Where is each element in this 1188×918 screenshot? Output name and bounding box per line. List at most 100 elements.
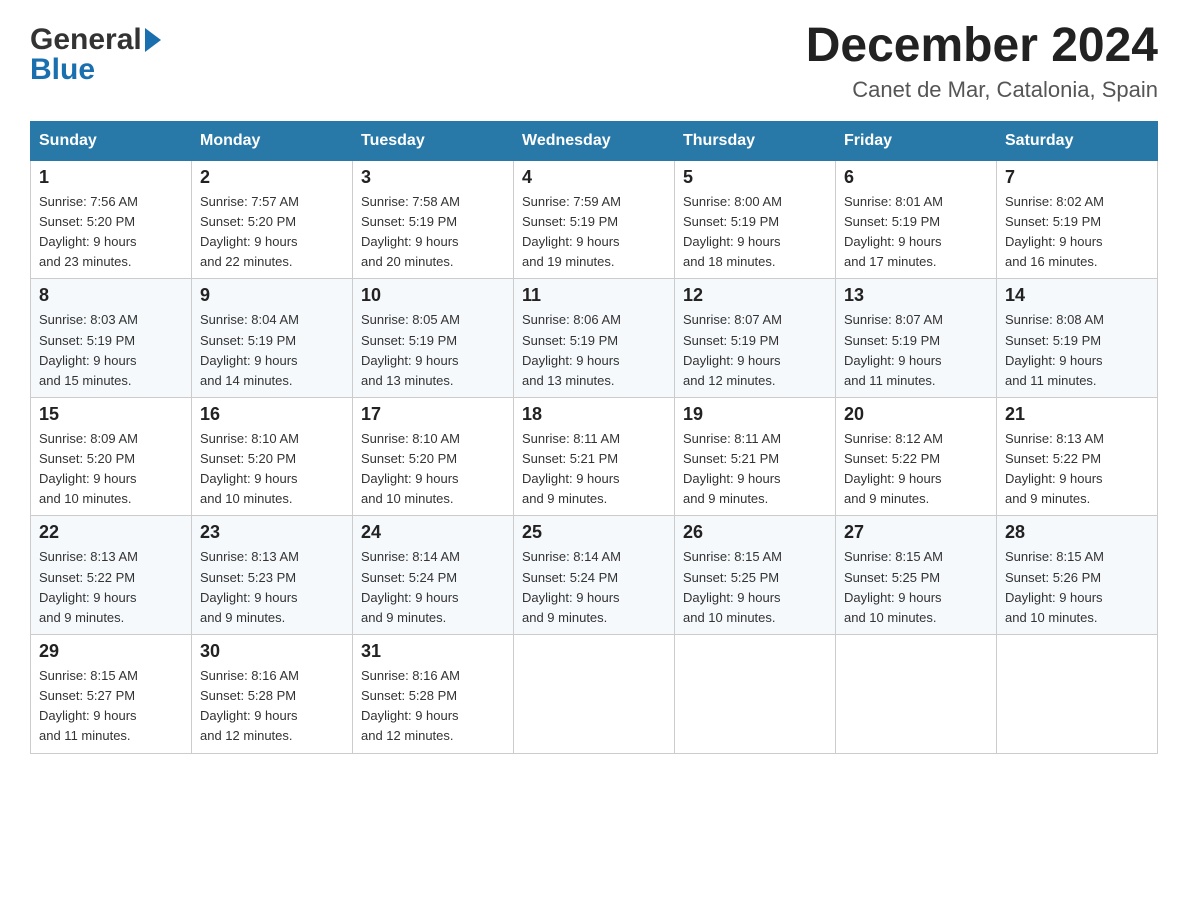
day-number: 31 xyxy=(361,641,505,662)
logo-blue-text: Blue xyxy=(30,55,95,85)
day-number: 9 xyxy=(200,285,344,306)
calendar-header-thursday: Thursday xyxy=(675,121,836,160)
day-info: Sunrise: 8:16 AMSunset: 5:28 PMDaylight:… xyxy=(361,666,505,747)
day-number: 17 xyxy=(361,404,505,425)
day-info: Sunrise: 7:57 AMSunset: 5:20 PMDaylight:… xyxy=(200,192,344,273)
day-number: 6 xyxy=(844,167,988,188)
calendar-day-25: 25Sunrise: 8:14 AMSunset: 5:24 PMDayligh… xyxy=(514,516,675,635)
calendar-header-tuesday: Tuesday xyxy=(353,121,514,160)
day-number: 21 xyxy=(1005,404,1149,425)
calendar-day-1: 1Sunrise: 7:56 AMSunset: 5:20 PMDaylight… xyxy=(31,160,192,279)
day-info: Sunrise: 8:15 AMSunset: 5:25 PMDaylight:… xyxy=(683,547,827,628)
day-info: Sunrise: 8:13 AMSunset: 5:22 PMDaylight:… xyxy=(39,547,183,628)
day-info: Sunrise: 7:59 AMSunset: 5:19 PMDaylight:… xyxy=(522,192,666,273)
calendar-day-4: 4Sunrise: 7:59 AMSunset: 5:19 PMDaylight… xyxy=(514,160,675,279)
calendar-day-2: 2 Sunrise: 7:57 AMSunset: 5:20 PMDaylight… xyxy=(192,160,353,279)
day-number: 23 xyxy=(200,522,344,543)
calendar-day-6: 6 Sunrise: 8:01 AMSunset: 5:19 PMDaylight… xyxy=(836,160,997,279)
calendar-day-29: 29 Sunrise: 8:15 AMSunset: 5:27 PMDayligh… xyxy=(31,635,192,754)
day-info: Sunrise: 8:05 AMSunset: 5:19 PMDaylight:… xyxy=(361,310,505,391)
day-info: Sunrise: 8:15 AMSunset: 5:27 PMDaylight:… xyxy=(39,666,183,747)
calendar-header-monday: Monday xyxy=(192,121,353,160)
day-number: 29 xyxy=(39,641,183,662)
calendar-week-row: 1Sunrise: 7:56 AMSunset: 5:20 PMDaylight… xyxy=(31,160,1158,279)
calendar-day-9: 9Sunrise: 8:04 AMSunset: 5:19 PMDaylight… xyxy=(192,279,353,398)
calendar-body: 1Sunrise: 7:56 AMSunset: 5:20 PMDaylight… xyxy=(31,160,1158,753)
day-info: Sunrise: 8:11 AMSunset: 5:21 PMDaylight:… xyxy=(522,429,666,510)
calendar-day-10: 10 Sunrise: 8:05 AMSunset: 5:19 PMDayligh… xyxy=(353,279,514,398)
calendar-day-15: 15 Sunrise: 8:09 AMSunset: 5:20 PMDayligh… xyxy=(31,397,192,516)
calendar-day-empty xyxy=(514,635,675,754)
day-number: 25 xyxy=(522,522,666,543)
day-number: 12 xyxy=(683,285,827,306)
logo-general-text: General xyxy=(30,25,142,55)
calendar-table: SundayMondayTuesdayWednesdayThursdayFrid… xyxy=(30,121,1158,754)
calendar-week-row: 22 Sunrise: 8:13 AMSunset: 5:22 PMDayligh… xyxy=(31,516,1158,635)
header: General Blue December 2024 Canet de Mar,… xyxy=(30,20,1158,103)
calendar-day-30: 30 Sunrise: 8:16 AMSunset: 5:28 PMDayligh… xyxy=(192,635,353,754)
day-number: 27 xyxy=(844,522,988,543)
day-info: Sunrise: 8:01 AMSunset: 5:19 PMDaylight:… xyxy=(844,192,988,273)
calendar-day-19: 19Sunrise: 8:11 AMSunset: 5:21 PMDayligh… xyxy=(675,397,836,516)
day-number: 13 xyxy=(844,285,988,306)
day-info: Sunrise: 8:02 AMSunset: 5:19 PMDaylight:… xyxy=(1005,192,1149,273)
calendar-day-11: 11 Sunrise: 8:06 AMSunset: 5:19 PMDayligh… xyxy=(514,279,675,398)
calendar-header-saturday: Saturday xyxy=(997,121,1158,160)
calendar-header-sunday: Sunday xyxy=(31,121,192,160)
calendar-day-5: 5Sunrise: 8:00 AMSunset: 5:19 PMDaylight… xyxy=(675,160,836,279)
calendar-day-8: 8 Sunrise: 8:03 AMSunset: 5:19 PMDaylight… xyxy=(31,279,192,398)
calendar-week-row: 29 Sunrise: 8:15 AMSunset: 5:27 PMDayligh… xyxy=(31,635,1158,754)
day-number: 10 xyxy=(361,285,505,306)
calendar-day-16: 16Sunrise: 8:10 AMSunset: 5:20 PMDayligh… xyxy=(192,397,353,516)
logo-chevron-icon xyxy=(145,28,161,52)
day-number: 11 xyxy=(522,285,666,306)
day-info: Sunrise: 8:11 AMSunset: 5:21 PMDaylight:… xyxy=(683,429,827,510)
calendar-day-12: 12 Sunrise: 8:07 AMSunset: 5:19 PMDayligh… xyxy=(675,279,836,398)
calendar-day-20: 20Sunrise: 8:12 AMSunset: 5:22 PMDayligh… xyxy=(836,397,997,516)
month-title: December 2024 xyxy=(806,20,1158,73)
day-number: 30 xyxy=(200,641,344,662)
day-info: Sunrise: 8:13 AMSunset: 5:23 PMDaylight:… xyxy=(200,547,344,628)
day-number: 28 xyxy=(1005,522,1149,543)
day-number: 7 xyxy=(1005,167,1149,188)
calendar-day-empty xyxy=(997,635,1158,754)
day-info: Sunrise: 8:07 AMSunset: 5:19 PMDaylight:… xyxy=(683,310,827,391)
day-info: Sunrise: 8:15 AMSunset: 5:25 PMDaylight:… xyxy=(844,547,988,628)
calendar-header-friday: Friday xyxy=(836,121,997,160)
calendar-day-24: 24Sunrise: 8:14 AMSunset: 5:24 PMDayligh… xyxy=(353,516,514,635)
day-info: Sunrise: 8:06 AMSunset: 5:19 PMDaylight:… xyxy=(522,310,666,391)
day-info: Sunrise: 8:10 AMSunset: 5:20 PMDaylight:… xyxy=(361,429,505,510)
day-info: Sunrise: 8:03 AMSunset: 5:19 PMDaylight:… xyxy=(39,310,183,391)
day-number: 8 xyxy=(39,285,183,306)
calendar-day-empty xyxy=(675,635,836,754)
day-number: 16 xyxy=(200,404,344,425)
calendar-day-13: 13Sunrise: 8:07 AMSunset: 5:19 PMDayligh… xyxy=(836,279,997,398)
day-number: 22 xyxy=(39,522,183,543)
day-info: Sunrise: 8:13 AMSunset: 5:22 PMDaylight:… xyxy=(1005,429,1149,510)
day-info: Sunrise: 7:58 AMSunset: 5:19 PMDaylight:… xyxy=(361,192,505,273)
calendar-day-3: 3 Sunrise: 7:58 AMSunset: 5:19 PMDaylight… xyxy=(353,160,514,279)
calendar-day-7: 7 Sunrise: 8:02 AMSunset: 5:19 PMDaylight… xyxy=(997,160,1158,279)
calendar-day-21: 21 Sunrise: 8:13 AMSunset: 5:22 PMDayligh… xyxy=(997,397,1158,516)
calendar-day-26: 26Sunrise: 8:15 AMSunset: 5:25 PMDayligh… xyxy=(675,516,836,635)
day-number: 15 xyxy=(39,404,183,425)
calendar-day-22: 22 Sunrise: 8:13 AMSunset: 5:22 PMDayligh… xyxy=(31,516,192,635)
day-number: 14 xyxy=(1005,285,1149,306)
calendar-day-14: 14Sunrise: 8:08 AMSunset: 5:19 PMDayligh… xyxy=(997,279,1158,398)
day-number: 2 xyxy=(200,167,344,188)
calendar-header-wednesday: Wednesday xyxy=(514,121,675,160)
calendar-week-row: 8 Sunrise: 8:03 AMSunset: 5:19 PMDaylight… xyxy=(31,279,1158,398)
day-info: Sunrise: 8:14 AMSunset: 5:24 PMDaylight:… xyxy=(361,547,505,628)
day-info: Sunrise: 8:16 AMSunset: 5:28 PMDaylight:… xyxy=(200,666,344,747)
calendar-day-23: 23 Sunrise: 8:13 AMSunset: 5:23 PMDayligh… xyxy=(192,516,353,635)
day-info: Sunrise: 8:09 AMSunset: 5:20 PMDaylight:… xyxy=(39,429,183,510)
calendar-header-row: SundayMondayTuesdayWednesdayThursdayFrid… xyxy=(31,121,1158,160)
day-number: 3 xyxy=(361,167,505,188)
calendar-week-row: 15 Sunrise: 8:09 AMSunset: 5:20 PMDayligh… xyxy=(31,397,1158,516)
calendar-day-empty xyxy=(836,635,997,754)
day-info: Sunrise: 8:15 AMSunset: 5:26 PMDaylight:… xyxy=(1005,547,1149,628)
calendar-day-27: 27 Sunrise: 8:15 AMSunset: 5:25 PMDayligh… xyxy=(836,516,997,635)
calendar-day-28: 28 Sunrise: 8:15 AMSunset: 5:26 PMDayligh… xyxy=(997,516,1158,635)
logo-line1: General xyxy=(30,25,161,55)
day-info: Sunrise: 8:12 AMSunset: 5:22 PMDaylight:… xyxy=(844,429,988,510)
